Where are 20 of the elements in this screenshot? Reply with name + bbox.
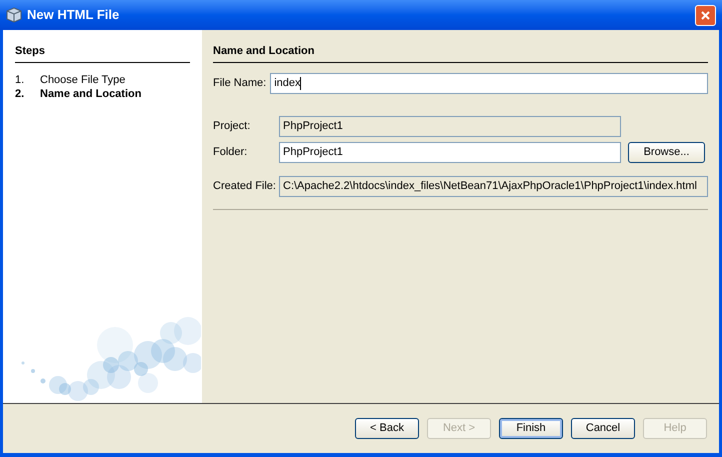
cube-icon bbox=[6, 7, 22, 23]
dialog-button[interactable]: Finish bbox=[499, 418, 563, 439]
close-button[interactable] bbox=[695, 4, 716, 26]
dialog-button[interactable]: < Back bbox=[355, 418, 419, 439]
readonly-field: PhpProject1 bbox=[279, 116, 621, 136]
dialog-button[interactable]: Cancel bbox=[571, 418, 635, 439]
panel-title: Name and Location bbox=[213, 43, 708, 62]
browse-button[interactable]: Browse... bbox=[628, 142, 705, 162]
input-field[interactable]: PhpProject1 bbox=[279, 142, 621, 162]
field-label: Folder: bbox=[213, 144, 248, 160]
step-item: 1. Choose File Type bbox=[15, 72, 126, 86]
window-title: New HTML File bbox=[27, 6, 120, 24]
field-label: File Name: bbox=[213, 76, 266, 91]
field-label: Project: bbox=[213, 118, 252, 134]
step-item: 2. Name and Location bbox=[15, 86, 142, 100]
close-icon bbox=[700, 10, 711, 20]
input-field[interactable]: index bbox=[270, 72, 708, 94]
readonly-field: C:\Apache2.2\htdocs\index_files\NetBean71\AjaxPhpOracle1\PhpProject1\index.html bbox=[279, 176, 708, 196]
steps-title: Steps bbox=[15, 43, 190, 62]
field-label: Created File: bbox=[213, 178, 277, 194]
